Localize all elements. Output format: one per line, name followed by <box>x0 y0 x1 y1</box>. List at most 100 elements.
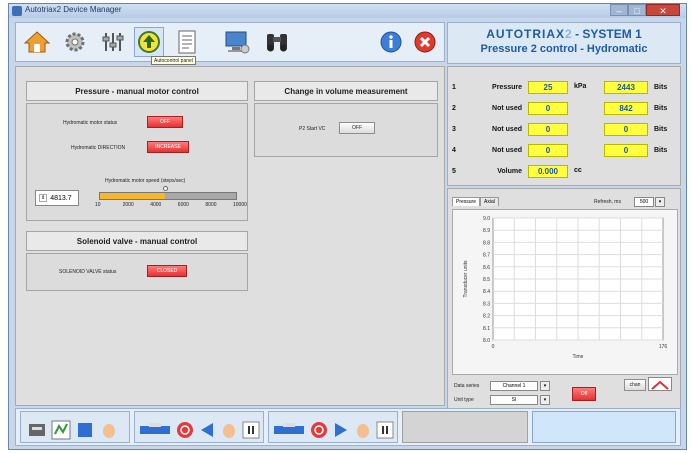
reading-bits: 0 <box>604 144 648 157</box>
tab-pressure[interactable]: Pressure <box>452 197 481 206</box>
graph-panel: Pressure Axial Refresh, ms 500 ▾ 9.0 8.9 8… <box>447 188 681 410</box>
chevron-down-icon[interactable]: ▾ <box>540 381 550 391</box>
reading-unit: cc <box>574 167 582 174</box>
network-icon[interactable] <box>51 420 71 440</box>
reading-name: Not used <box>492 126 522 133</box>
chart-trend-icon[interactable] <box>648 377 672 391</box>
y-tick-label: 8.3 <box>483 301 490 307</box>
solenoid-status-button[interactable]: CLOSED <box>147 265 187 277</box>
reading-name: Volume <box>497 168 522 175</box>
solenoid-section: SOLENOID VALVE status CLOSED <box>26 253 248 291</box>
data-series-select[interactable]: Channel 1 <box>490 381 538 391</box>
close-window-button[interactable]: ✕ <box>646 4 680 16</box>
scale-tick: 6000 <box>177 202 189 208</box>
speed-input[interactable]: ⇕ 4813.7 <box>35 190 79 206</box>
info-icon[interactable] <box>376 27 406 57</box>
y-tick-label: 8.7 <box>483 253 490 259</box>
direction-button[interactable]: INCREASE <box>147 141 189 153</box>
brand-header: AUTOTRIAX2 - SYSTEM 1 Pressure 2 control… <box>447 22 681 64</box>
x-tick-label: 0 <box>492 344 495 350</box>
maximize-button[interactable]: □ <box>628 4 646 16</box>
volume-section: P2 Start VC OFF <box>254 103 438 157</box>
bits-unit: Bits <box>654 84 668 91</box>
status-bar <box>15 408 681 446</box>
speed-slider[interactable] <box>99 192 237 200</box>
reading-name: Pressure <box>492 84 522 91</box>
pause-icon[interactable] <box>241 420 261 440</box>
actuator-icon[interactable] <box>139 420 171 440</box>
power-icon[interactable] <box>309 420 329 440</box>
chan-button[interactable]: chan <box>624 379 646 391</box>
hand-icon[interactable] <box>353 420 373 440</box>
reading-number: 3 <box>452 126 456 133</box>
status-panel-right <box>532 411 676 443</box>
computer-icon[interactable] <box>222 27 252 57</box>
stop-icon[interactable] <box>75 420 95 440</box>
motor-status-button[interactable]: OFF <box>147 116 183 128</box>
reading-number: 1 <box>452 84 456 91</box>
y-tick-label: 8.8 <box>483 240 490 246</box>
status-panel-empty <box>402 411 528 443</box>
volume-label: P2 Start VC <box>299 126 326 132</box>
close-icon[interactable] <box>410 27 440 57</box>
spinner-icon[interactable]: ⇕ <box>39 194 48 202</box>
app-icon <box>12 6 22 16</box>
sliders-icon[interactable] <box>98 27 128 57</box>
document-icon[interactable] <box>172 27 202 57</box>
chevron-down-icon[interactable]: ▾ <box>540 395 550 405</box>
device-icon[interactable] <box>27 420 47 440</box>
minimize-button[interactable]: – <box>610 4 628 16</box>
speed-slider-thumb[interactable] <box>163 186 169 191</box>
reading-bits: 2443 <box>604 81 648 94</box>
actuator-icon[interactable] <box>273 420 305 440</box>
tooltip: Autocontrol panel <box>151 56 196 65</box>
toolbar <box>15 22 445 62</box>
y-tick-label: 8.2 <box>483 314 490 320</box>
app-window: Autotriax2 Device Manager – □ ✕ Autocont… <box>8 3 687 450</box>
power-icon[interactable] <box>175 420 195 440</box>
reading-name: Not used <box>492 147 522 154</box>
chart-area: 9.0 8.9 8.8 8.7 8.6 8.5 8.4 8.3 8.2 8.1 8.0 0 176 Tim… <box>452 209 678 375</box>
actuator-left-controls <box>134 411 264 443</box>
hand-icon[interactable] <box>219 420 239 440</box>
pause-icon[interactable] <box>375 420 395 440</box>
pressure-section: Hydromatic motor status OFF Hydromatic D… <box>26 103 248 221</box>
chevron-down-icon[interactable]: ▾ <box>655 197 665 207</box>
reading-value: 0 <box>528 144 568 157</box>
control-area: Pressure - manual motor control Hydromat… <box>15 66 445 406</box>
volume-start-button[interactable]: OFF <box>339 122 375 134</box>
y-tick-label: 9.0 <box>483 216 490 222</box>
chart-off-button[interactable]: Off <box>572 387 596 401</box>
home-icon[interactable] <box>22 27 52 57</box>
left-arrow-icon[interactable] <box>197 420 217 440</box>
y-tick-label: 8.9 <box>483 228 490 234</box>
scale-tick: 10000 <box>233 202 247 208</box>
hand-icon[interactable] <box>99 420 119 440</box>
speed-slider-fill <box>100 193 166 199</box>
tab-axial[interactable]: Axial <box>480 197 499 206</box>
refresh-select[interactable]: 500 <box>634 197 654 207</box>
solenoid-status-label: SOLENOID VALVE status <box>59 269 117 275</box>
y-tick-label: 8.1 <box>483 326 490 332</box>
direction-label: Hydromatic DIRECTION <box>71 145 126 151</box>
reading-name: Not used <box>492 105 522 112</box>
device-controls <box>20 411 130 443</box>
right-arrow-icon[interactable] <box>331 420 351 440</box>
binoculars-icon[interactable] <box>262 27 292 57</box>
scale-tick: 4000 <box>150 202 162 208</box>
reading-value: 0 <box>528 102 568 115</box>
pressure-section-title: Pressure - manual motor control <box>26 81 248 101</box>
y-axis-label: Transducer units <box>463 260 469 298</box>
unit-type-select[interactable]: SI <box>490 395 538 405</box>
scale-tick: 2000 <box>122 202 134 208</box>
speed-label: Hydromatic motor speed (steps/sec) <box>105 178 186 184</box>
chart: 9.0 8.9 8.8 8.7 8.6 8.5 8.4 8.3 8.2 8.1 8.00 176 Tim… <box>463 216 667 360</box>
up-arrow-icon[interactable] <box>134 27 164 57</box>
gear-icon[interactable] <box>60 27 90 57</box>
reading-bits: 842 <box>604 102 648 115</box>
volume-section-title: Change in volume measurement <box>254 81 438 101</box>
reading-number: 5 <box>452 168 456 175</box>
title-bar: Autotriax2 Device Manager – □ ✕ <box>9 4 686 18</box>
scale-tick: 10 <box>95 202 101 208</box>
bits-unit: Bits <box>654 105 668 112</box>
